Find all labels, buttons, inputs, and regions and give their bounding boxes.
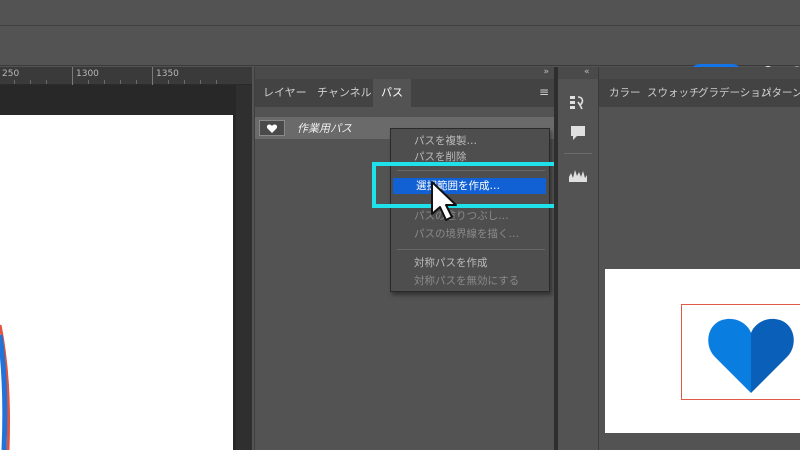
menu-item-duplicate-path[interactable]: パスを複製… [391,133,551,149]
path-name: 作業用パス [297,122,352,135]
tab-layers[interactable]: レイヤー [255,79,315,107]
navigator-preview [605,269,800,433]
menu-item-fill-path[interactable]: パスの塗りつぶし… [391,208,551,224]
color-panel: カラー スウォッチ グラデーション パターン [598,67,800,450]
icon-strip: « [558,67,598,450]
panel-tabs: レイヤー チャンネル パス ≡ [255,79,555,107]
vertical-scrollbar[interactable] [236,85,252,450]
collapse-panels-icon[interactable]: » [543,67,549,77]
canvas[interactable] [0,115,233,450]
context-menu: パスを複製… パスを削除 選択範囲を作成… パスの塗りつぶし… パスの境界線を描… [390,128,550,292]
tab-channels[interactable]: チャンネル [309,79,380,107]
app-title-bar [0,0,800,26]
tab-patterns[interactable]: パターン [757,79,800,107]
horizontal-ruler: 250 1300 1350 [0,67,252,85]
heart-shape [708,318,794,393]
menu-item-create-symmetry-path[interactable]: 対称パスを作成 [391,255,551,271]
document-area[interactable]: 250 1300 1350 [0,67,252,450]
history-icon[interactable] [568,93,588,113]
path-thumbnail [259,120,285,136]
ruler-label: 1350 [156,69,179,79]
menu-separator [397,249,545,250]
menu-item-disable-symmetry-path[interactable]: 対称パスを無効にする [391,273,551,289]
mouse-pointer-icon [431,181,457,221]
tab-paths[interactable]: パス [373,79,411,107]
options-bar: 共有 [0,27,800,86]
ruler-label: 1300 [76,69,99,79]
ruler-label: 250 [2,69,20,79]
tab-color[interactable]: カラー [605,79,645,107]
heart-thumbnail-icon [266,124,278,133]
comments-icon[interactable] [568,123,588,143]
expand-panels-icon[interactable]: « [584,67,590,77]
histogram-icon[interactable] [568,165,588,185]
heart-artwork-edge [0,324,11,450]
right-panel-tabs: カラー スウォッチ グラデーション パターン [599,79,800,107]
panel-menu-icon[interactable]: ≡ [539,85,549,99]
menu-item-stroke-path[interactable]: パスの境界線を描く… [391,226,551,242]
